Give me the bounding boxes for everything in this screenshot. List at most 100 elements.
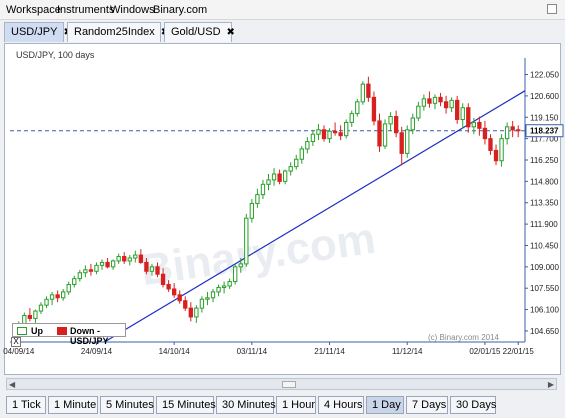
candle-down — [144, 261, 149, 272]
x-tick-label: 21/11/14 — [314, 347, 345, 356]
candle-up — [260, 183, 266, 196]
candle-up — [116, 256, 121, 262]
period-7-days[interactable]: 7 Days — [406, 396, 448, 414]
scroll-right-icon[interactable]: ▶ — [548, 380, 554, 389]
candle-up — [72, 278, 77, 286]
candle-down — [88, 269, 94, 272]
candle-up — [344, 121, 349, 137]
candle-up — [382, 123, 388, 147]
candle-up — [388, 116, 393, 125]
candle-down — [399, 132, 404, 154]
candle-down — [488, 138, 493, 151]
candle-up — [460, 107, 465, 120]
candle-up — [305, 141, 310, 150]
copyright-text: (c) Binary.com 2014 — [428, 333, 499, 342]
period-5-minutes[interactable]: 5 Minutes — [100, 396, 154, 414]
period-30-minutes[interactable]: 30 Minutes — [216, 396, 276, 414]
candle-up — [294, 158, 299, 168]
period-1-tick[interactable]: 1 Tick — [6, 396, 46, 414]
candle-up — [299, 148, 304, 160]
candle-up — [233, 266, 238, 283]
candle-down — [138, 254, 144, 263]
candle-up — [316, 129, 321, 135]
chart-scrollbar[interactable]: ◀ ▶ — [6, 378, 557, 390]
candle-up — [205, 297, 210, 300]
y-tick-label: 110.450 — [530, 241, 559, 250]
candle-down — [516, 129, 521, 132]
period-1-day[interactable]: 1 Day — [366, 396, 404, 414]
candle-up — [310, 133, 316, 143]
candle-up — [77, 272, 82, 280]
legend-down-label: Down - USD/JPY — [70, 326, 109, 346]
period-30-days[interactable]: 30 Days — [450, 396, 496, 414]
candle-up — [99, 261, 105, 266]
period-1-minute[interactable]: 1 Minute — [48, 396, 98, 414]
candle-down — [160, 273, 166, 286]
candle-down — [166, 284, 171, 290]
candle-up — [133, 254, 138, 259]
candle-up — [83, 269, 88, 274]
candle-down — [443, 101, 449, 109]
candle-up — [210, 291, 216, 299]
x-tick-label: 11/12/14 — [392, 347, 423, 356]
candle-down — [493, 149, 499, 162]
y-tick-label: 113.350 — [530, 199, 559, 208]
y-tick-label: 122.050 — [530, 71, 559, 80]
candle-up — [227, 281, 232, 287]
candle-down — [105, 261, 110, 268]
legend-down-swatch — [57, 327, 67, 335]
y-tick-label: 116.250 — [530, 156, 559, 165]
candle-down — [338, 132, 343, 137]
x-tick-label: 14/10/14 — [159, 347, 191, 356]
x-tick-label: 22/01/15 — [503, 347, 535, 356]
candle-up — [49, 294, 55, 300]
candle-up — [271, 173, 277, 181]
candle-up — [360, 83, 366, 103]
candle-down — [477, 121, 482, 129]
current-price-label: 118.237 — [530, 127, 559, 136]
candle-down — [122, 256, 127, 262]
candle-up — [421, 98, 427, 107]
candle-up — [288, 166, 293, 172]
y-tick-label: 106.100 — [530, 306, 559, 315]
candle-up — [238, 263, 243, 268]
y-tick-label: 120.600 — [530, 92, 559, 101]
period-1-hour[interactable]: 1 Hour — [276, 396, 316, 414]
candle-down — [427, 98, 432, 104]
candle-up — [66, 284, 71, 293]
candle-up — [282, 170, 288, 182]
candle-up — [349, 113, 354, 123]
candle-down — [321, 129, 327, 140]
y-tick-label: 111.900 — [530, 220, 558, 229]
y-tick-label: 104.650 — [530, 327, 559, 336]
y-tick-label: 119.150 — [530, 113, 559, 122]
scroll-left-icon[interactable]: ◀ — [9, 380, 15, 389]
y-tick-label: 109.000 — [530, 263, 559, 272]
close-legend-button[interactable]: X — [11, 337, 21, 347]
candle-down — [466, 107, 471, 128]
candle-up — [355, 101, 360, 115]
scroll-thumb[interactable] — [282, 381, 296, 388]
candlestick-chart[interactable]: 104.650 106.100 107.550 109.000 110.450 111.9… — [0, 0, 565, 418]
candle-up — [38, 304, 44, 312]
candle-down — [183, 300, 188, 309]
candle-down — [393, 116, 399, 134]
candle-up — [94, 264, 99, 272]
candle-up — [499, 138, 504, 162]
x-tick-label: 03/11/14 — [237, 347, 268, 356]
period-4-hours[interactable]: 4 Hours — [318, 396, 364, 414]
candle-down — [177, 294, 182, 302]
period-15-minutes[interactable]: 15 Minutes — [156, 396, 216, 414]
candle-up — [61, 291, 66, 299]
candle-up — [449, 99, 454, 109]
candle-up — [194, 307, 199, 318]
candle-up — [33, 310, 38, 319]
candle-down — [277, 173, 282, 182]
candle-down — [371, 96, 377, 122]
candle-up — [216, 286, 221, 293]
candle-up — [327, 130, 332, 140]
candle-up — [410, 117, 415, 131]
x-tick-label: 04/09/14 — [3, 347, 35, 356]
candle-down — [188, 307, 193, 318]
x-tick-label: 02/01/15 — [469, 347, 501, 356]
